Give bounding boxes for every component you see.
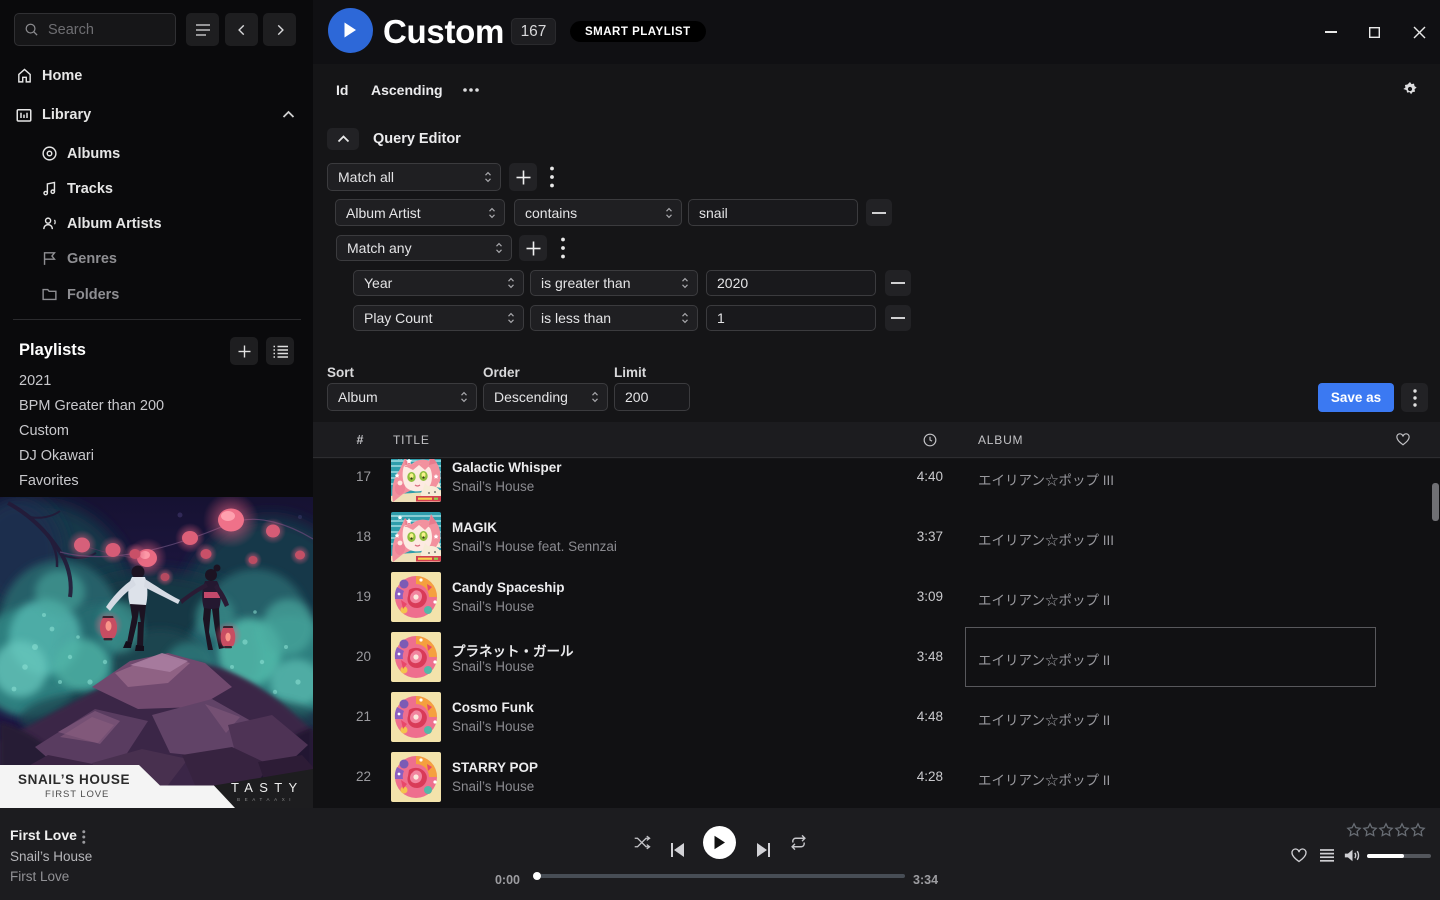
svg-text:FIRST LOVE: FIRST LOVE	[45, 789, 109, 800]
svg-text:SNAIL’S HOUSE: SNAIL’S HOUSE	[18, 772, 130, 787]
svg-text:TASTY: TASTY	[231, 780, 303, 795]
svg-text:BEATAAXI: BEATAAXI	[237, 797, 295, 802]
